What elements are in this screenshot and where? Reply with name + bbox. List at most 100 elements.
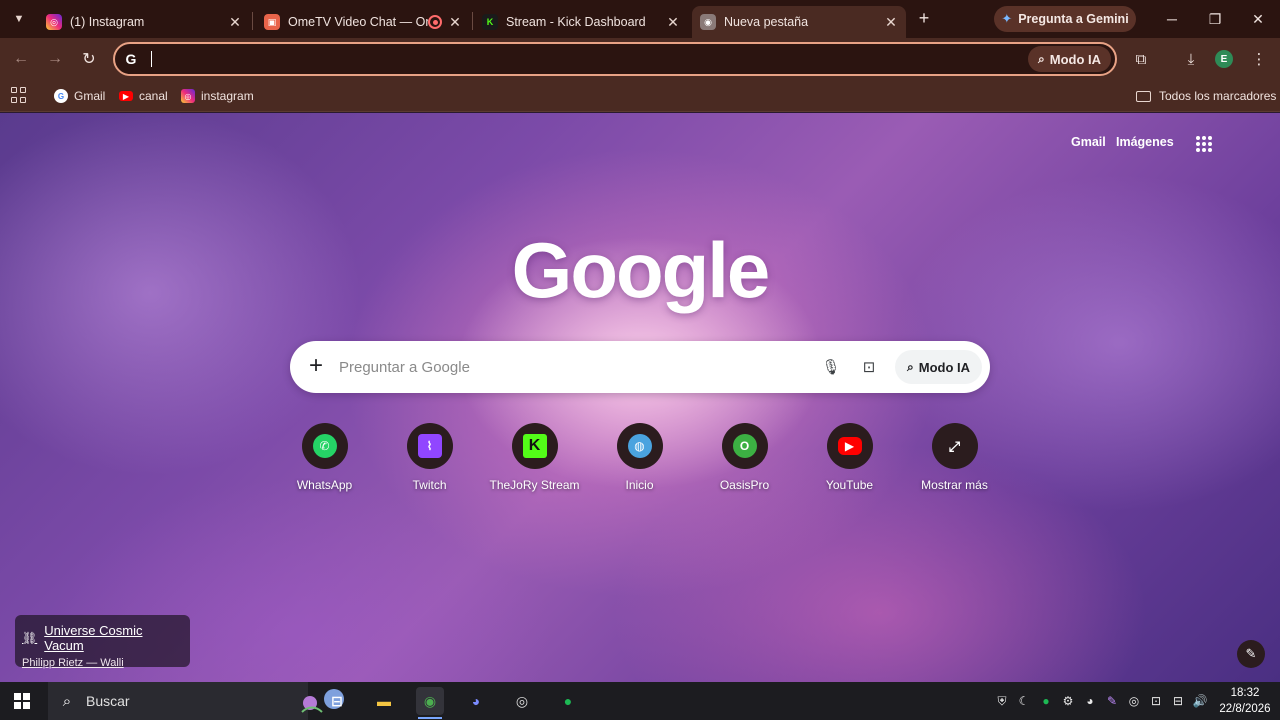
google-lens-icon[interactable]: ⊡ [857, 355, 881, 379]
customize-pencil-icon[interactable]: ✎ [1237, 640, 1265, 668]
clock-date: 22/8/2026 [1219, 703, 1271, 715]
tab-divider [252, 12, 253, 30]
tray-spotify-icon[interactable]: ● [1038, 693, 1054, 709]
obs-icon[interactable]: ◎ [508, 687, 536, 715]
bookmark-canal[interactable]: ▶ canal [119, 86, 168, 106]
shortcut-label: TheJoRy Stream [489, 478, 580, 492]
steam-icon[interactable]: ⚙ [1060, 693, 1076, 709]
shortcut-label: Mostrar más [921, 478, 988, 492]
tray-screen-icon[interactable]: ⊡ [1148, 693, 1164, 709]
images-link[interactable]: Imágenes [1116, 135, 1174, 149]
omnibox-ai-mode-button[interactable]: ⌕ Modo IA [1028, 46, 1111, 72]
bookmark-label: canal [139, 89, 168, 103]
gemini-button[interactable]: ✦ Pregunta a Gemini [994, 6, 1136, 32]
shortcut-tile: O [721, 423, 768, 469]
address-bar[interactable]: G ⌕ Modo IA [113, 42, 1117, 76]
google-icon: G [125, 51, 137, 67]
close-icon[interactable]: ✕ [882, 13, 900, 31]
volume-icon[interactable]: 🔊 [1192, 693, 1208, 709]
close-icon[interactable]: ✕ [664, 13, 682, 31]
discord-icon[interactable]: ◕ [462, 687, 490, 715]
close-icon[interactable]: ✕ [446, 13, 464, 31]
tab-nueva-pestana[interactable]: ◉ Nueva pestaña ✕ [692, 6, 906, 38]
tray-discord-icon[interactable]: ◕ [1082, 693, 1098, 709]
google-apps-icon[interactable] [1196, 136, 1212, 152]
shortcut-oasispro[interactable]: O OasisPro [692, 423, 797, 523]
gemini-sparkle-icon: ✦ [1001, 11, 1013, 26]
shortcut-tile: ▶ [826, 423, 873, 469]
search-ai-mode-button[interactable]: ⌕ Modo IA [895, 350, 982, 384]
whatsapp-icon: ✆ [312, 434, 337, 458]
reload-button[interactable]: ↻ [78, 48, 100, 70]
spotify-icon[interactable]: ● [554, 687, 582, 715]
close-window-button[interactable]: ✕ [1246, 8, 1270, 30]
twitch-icon: ⌇ [417, 434, 442, 458]
bookmark-gmail[interactable]: G Gmail [54, 86, 105, 106]
tab-title: Stream - Kick Dashboard [506, 15, 646, 29]
search-icon: ⌕ [62, 692, 72, 710]
task-view-icon[interactable]: ⊟ [323, 687, 351, 715]
shortcut-thejory-stream[interactable]: K TheJoRy Stream [482, 423, 587, 523]
new-tab-page: Gmail Imágenes Google + 🎙 ⊡ ⌕ Modo IA ✆ … [0, 113, 1280, 682]
search-box[interactable]: + 🎙 ⊡ ⌕ Modo IA [290, 341, 990, 393]
link-icon: ⛓ [22, 631, 38, 645]
google-icon: G [54, 89, 68, 103]
tab-strip: ▼ ◎ (1) Instagram ✕ ▣ OmeTV Video Chat —… [0, 0, 1280, 38]
attribution-title: Universe Cosmic Vacum [44, 623, 143, 653]
tray-obs-icon[interactable]: ◎ [1126, 693, 1142, 709]
shortcut-youtube[interactable]: ▶ YouTube [797, 423, 902, 523]
ai-search-icon: ⌕ [1038, 51, 1045, 66]
file-explorer-icon[interactable]: ▬ [370, 687, 398, 715]
chrome-taskbar-icon[interactable]: ◉ [416, 687, 444, 719]
back-button[interactable]: ← [10, 48, 32, 70]
tab-instagram[interactable]: ◎ (1) Instagram ✕ [38, 6, 250, 38]
tab-search-chevron-icon[interactable]: ▼ [8, 8, 30, 30]
gmail-link[interactable]: Gmail [1071, 135, 1106, 149]
folder-icon [1136, 90, 1151, 102]
system-clock[interactable]: 18:32 22/8/2026 [1214, 685, 1276, 717]
tab-kick-dashboard[interactable]: K Stream - Kick Dashboard ✕ [474, 6, 688, 38]
tray-feather-icon[interactable]: ✎ [1104, 693, 1120, 709]
attribution-author-link[interactable]: Philipp Rietz — Walli [22, 657, 182, 669]
attribution-title-link[interactable]: ⛓ Universe Cosmic Vacum [22, 623, 182, 653]
windows-start-icon[interactable] [14, 693, 30, 709]
tray-moon-icon[interactable]: ☾ [1016, 693, 1032, 709]
downloads-icon[interactable]: ⤓ [1180, 48, 1202, 70]
shortcut-tile: ✆ [301, 423, 348, 469]
shortcut-tile: ◍ [616, 423, 663, 469]
security-shield-icon[interactable]: ⛨ [994, 693, 1010, 709]
menu-kebab-icon[interactable]: ⋮ [1248, 48, 1270, 70]
profile-avatar[interactable]: E [1215, 50, 1233, 68]
all-bookmarks-button[interactable]: Todos los marcadores [1136, 86, 1276, 106]
address-input[interactable] [152, 51, 1028, 67]
network-icon[interactable]: ⊟ [1170, 693, 1186, 709]
close-icon[interactable]: ✕ [226, 13, 244, 31]
taskbar-search[interactable]: ⌕ Buscar [48, 682, 344, 720]
shortcut-whatsapp[interactable]: ✆ WhatsApp [272, 423, 377, 523]
instagram-icon: ◎ [181, 89, 195, 103]
ometv-icon: ▣ [264, 14, 280, 30]
shortcuts-grid: ✆ WhatsApp ⌇ Twitch K TheJoRy Stream ◍ I… [272, 423, 1008, 523]
tab-title: Nueva pestaña [724, 15, 809, 29]
microphone-icon[interactable]: 🎙 [819, 355, 843, 379]
restore-button[interactable]: ❐ [1203, 8, 1227, 30]
chrome-icon: ◉ [700, 14, 716, 30]
shortcut-tile: ⤢ [931, 423, 978, 469]
clock-time: 18:32 [1230, 687, 1260, 699]
shortcut-mostrar-mas[interactable]: ⤢ Mostrar más [902, 423, 1007, 523]
forward-button[interactable]: → [44, 48, 66, 70]
globe-icon: ◍ [627, 434, 652, 458]
add-attachment-icon[interactable]: + [305, 354, 327, 378]
ai-search-icon: ⌕ [907, 359, 914, 374]
extensions-icon[interactable]: ⧉ [1130, 48, 1152, 70]
search-input[interactable] [327, 358, 819, 376]
shortcut-label: WhatsApp [296, 478, 353, 492]
minimize-button[interactable]: ─ [1160, 8, 1184, 30]
new-tab-button[interactable]: + [914, 9, 934, 29]
shortcut-inicio[interactable]: ◍ Inicio [587, 423, 692, 523]
shortcut-twitch[interactable]: ⌇ Twitch [377, 423, 482, 523]
apps-grid-icon[interactable] [11, 87, 27, 103]
tab-ometv[interactable]: ▣ OmeTV Video Chat — Ome ✕ [256, 6, 470, 38]
bookmark-instagram[interactable]: ◎ instagram [181, 86, 254, 106]
youtube-icon: ▶ [837, 437, 862, 455]
